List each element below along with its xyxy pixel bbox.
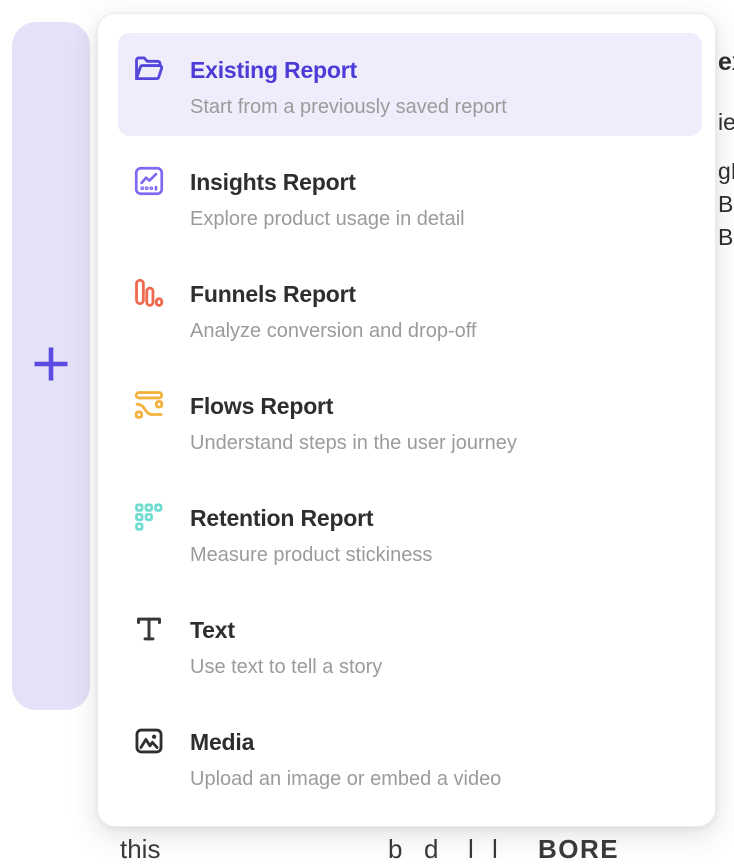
menu-item-existing-report[interactable]: Existing Report Start from a previously … — [118, 33, 702, 136]
menu-item-label: Funnels Report — [190, 279, 476, 309]
add-content-button[interactable] — [12, 22, 90, 710]
page-text-fragment: B — [718, 191, 733, 218]
menu-item-label: Media — [190, 727, 501, 757]
plus-icon — [30, 343, 72, 390]
menu-item-description: Upload an image or embed a video — [190, 767, 501, 791]
retention-grid-icon — [132, 502, 166, 532]
page-text-fragment: ie — [718, 109, 734, 136]
media-image-icon — [132, 726, 166, 756]
page-text-fragment: this — [120, 834, 160, 865]
funnel-bars-icon — [132, 278, 166, 308]
flows-sankey-icon — [132, 390, 166, 420]
menu-item-description: Explore product usage in detail — [190, 207, 465, 231]
menu-item-description: Use text to tell a story — [190, 655, 382, 679]
text-serif-t-icon — [132, 614, 166, 644]
menu-item-retention-report[interactable]: Retention Report Measure product stickin… — [118, 481, 702, 584]
menu-item-label: Existing Report — [190, 55, 507, 85]
menu-item-description: Measure product stickiness — [190, 543, 432, 567]
menu-item-description: Understand steps in the user journey — [190, 431, 517, 455]
menu-item-description: Analyze conversion and drop-off — [190, 319, 476, 343]
add-content-menu: Existing Report Start from a previously … — [97, 13, 716, 827]
insights-chart-icon — [132, 166, 166, 196]
menu-item-text[interactable]: Text Use text to tell a story — [118, 593, 702, 696]
menu-item-label: Insights Report — [190, 167, 465, 197]
page-text-fragment: l — [492, 834, 498, 865]
menu-item-insights-report[interactable]: Insights Report Explore product usage in… — [118, 145, 702, 248]
menu-item-label: Flows Report — [190, 391, 517, 421]
page-text-fragment: d — [424, 834, 438, 865]
page-text-fragment: B — [718, 224, 733, 251]
page-text-fragment: gB — [718, 158, 734, 185]
menu-item-flows-report[interactable]: Flows Report Understand steps in the use… — [118, 369, 702, 472]
menu-item-description: Start from a previously saved report — [190, 95, 507, 119]
menu-item-label: Retention Report — [190, 503, 432, 533]
menu-item-funnels-report[interactable]: Funnels Report Analyze conversion and dr… — [118, 257, 702, 360]
menu-item-label: Text — [190, 615, 382, 645]
page-text-fragment: l — [468, 834, 474, 865]
page-text-fragment: b — [388, 834, 402, 865]
menu-item-media[interactable]: Media Upload an image or embed a video — [118, 705, 702, 808]
page-text-fragment: BORE — [538, 834, 619, 865]
folder-open-icon — [132, 54, 166, 84]
page-text-fragment: ex — [718, 48, 734, 77]
